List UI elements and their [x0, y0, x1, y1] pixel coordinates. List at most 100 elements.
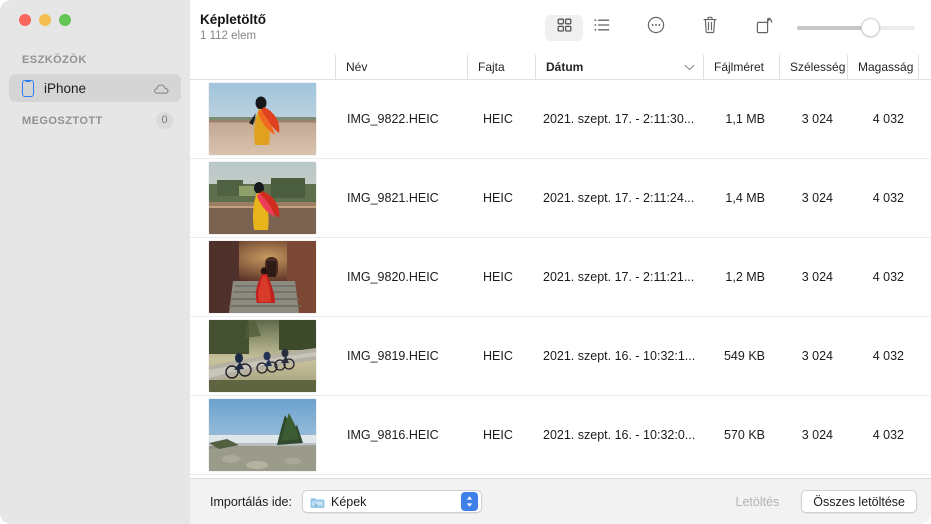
close-button[interactable] [19, 14, 31, 26]
item-count-label: 1 112 elem [200, 30, 257, 42]
row-date: 2021. szept. 17. - 2:11:30... [543, 112, 695, 126]
column-header-kind-label: Fajta [478, 60, 505, 74]
table-row[interactable]: IMG_9816.HEIC HEIC 2021. szept. 16. - 10… [190, 396, 931, 475]
chevron-down-icon [684, 60, 695, 74]
download-button[interactable]: Letöltés [723, 490, 792, 513]
toolbar: Képletöltő 1 112 elem [190, 0, 931, 55]
row-height: 4 032 [872, 428, 904, 442]
row-date: 2021. szept. 17. - 2:11:21... [543, 270, 695, 284]
sidebar: ESZKÖZÖK iPhone MEGOSZTOTT 0 [0, 0, 190, 524]
more-options-button[interactable] [637, 15, 675, 41]
table-row[interactable]: IMG_9820.HEIC HEIC 2021. szept. 17. - 2:… [190, 238, 931, 317]
row-spacer [918, 238, 931, 317]
rotate-button[interactable] [745, 15, 783, 41]
column-header-filesize-label: Fájlméret [714, 60, 765, 74]
pine-tree-above-clouds-thumbnail [209, 399, 316, 471]
row-filesize: 570 KB [723, 428, 765, 442]
row-name: IMG_9820.HEIC [347, 270, 439, 284]
column-header-kind[interactable]: Fajta [467, 54, 535, 80]
row-date: 2021. szept. 17. - 2:11:24... [543, 191, 695, 205]
sidebar-item-iphone[interactable]: iPhone [9, 74, 181, 102]
column-header-spacer [918, 54, 931, 80]
row-width: 3 024 [801, 112, 833, 126]
woman-red-sari-by-garden-thumbnail [209, 162, 316, 234]
row-kind: HEIC [483, 349, 513, 363]
row-thumbnail-cell [190, 83, 335, 155]
row-thumbnail-cell [190, 162, 335, 234]
table-row[interactable]: IMG_9819.HEIC HEIC 2021. szept. 16. - 10… [190, 317, 931, 396]
main-area: Képletöltő 1 112 elem Név Fajta Dátum Fá… [190, 0, 931, 524]
row-height: 4 032 [872, 270, 904, 284]
zoom-button[interactable] [59, 14, 71, 26]
row-width: 3 024 [801, 349, 833, 363]
row-kind: HEIC [483, 270, 513, 284]
page-title: Képletöltő [200, 12, 266, 27]
column-header-filesize[interactable]: Fájlméret [703, 54, 779, 80]
column-header-row: Név Fajta Dátum Fájlméret Szélesség Maga… [190, 54, 931, 80]
download-button-label: Letöltés [735, 494, 780, 509]
row-spacer [918, 317, 931, 396]
row-kind: HEIC [483, 428, 513, 442]
column-header-height-label: Magasság [858, 60, 914, 74]
thumbnail-size-slider[interactable] [797, 15, 915, 41]
woman-red-sari-on-terrace-thumbnail [209, 83, 316, 155]
row-height: 4 032 [872, 112, 904, 126]
table-row[interactable]: IMG_9821.HEIC HEIC 2021. szept. 17. - 2:… [190, 159, 931, 238]
row-name: IMG_9819.HEIC [347, 349, 439, 363]
row-kind: HEIC [483, 191, 513, 205]
row-spacer [918, 396, 931, 475]
minimize-button[interactable] [39, 14, 51, 26]
row-width: 3 024 [801, 428, 833, 442]
window-title-block: Képletöltő 1 112 elem [190, 11, 266, 44]
table-row[interactable]: IMG_9822.HEIC HEIC 2021. szept. 17. - 2:… [190, 80, 931, 159]
row-name: IMG_9822.HEIC [347, 112, 439, 126]
download-all-button[interactable]: Összes letöltése [801, 490, 917, 513]
download-all-button-label: Összes letöltése [813, 494, 905, 509]
import-destination-value: Képek [330, 494, 367, 509]
row-height: 4 032 [872, 349, 904, 363]
row-spacer [918, 80, 931, 159]
import-destination-popup[interactable]: Képek [301, 490, 482, 513]
iphone-icon [22, 79, 34, 97]
cyclists-on-misty-road-thumbnail [209, 320, 316, 392]
rotate-icon [756, 17, 773, 39]
sidebar-section-header-shared: MEGOSZTOTT [22, 114, 103, 127]
delete-button[interactable] [691, 15, 729, 41]
toolbar-buttons [545, 0, 931, 55]
shared-count-badge: 0 [156, 112, 173, 129]
file-list[interactable]: IMG_9822.HEIC HEIC 2021. szept. 17. - 2:… [190, 80, 931, 478]
column-header-thumbnail [190, 55, 335, 80]
folder-icon [310, 496, 325, 508]
column-header-date-label: Dátum [546, 60, 584, 74]
column-header-height[interactable]: Magasság [847, 54, 918, 80]
row-thumbnail-cell [190, 320, 335, 392]
row-spacer [918, 159, 931, 238]
row-filesize: 1,4 MB [725, 191, 765, 205]
column-header-name-label: Név [346, 60, 368, 74]
bottom-bar: Importálás ide: Képek Letöltés Összes le… [190, 478, 931, 524]
row-name: IMG_9821.HEIC [347, 191, 439, 205]
row-name: IMG_9816.HEIC [347, 428, 439, 442]
row-date: 2021. szept. 16. - 10:32:0... [543, 428, 696, 442]
cloud-icon [154, 82, 171, 94]
row-height: 4 032 [872, 191, 904, 205]
sidebar-section-shared: MEGOSZTOTT 0 [0, 112, 190, 129]
slider-knob[interactable] [861, 18, 880, 37]
column-header-date[interactable]: Dátum [535, 54, 703, 80]
row-width: 3 024 [801, 191, 833, 205]
image-capture-window: ESZKÖZÖK iPhone MEGOSZTOTT 0 Képletöltő … [0, 0, 931, 524]
import-destination-label: Importálás ide: [210, 494, 292, 509]
column-header-name[interactable]: Név [335, 54, 467, 80]
row-width: 3 024 [801, 270, 833, 284]
woman-red-dress-on-stairs-thumbnail [209, 241, 316, 313]
grid-view-button[interactable] [545, 14, 583, 41]
trash-icon [702, 16, 718, 39]
popup-stepper-arrows-icon[interactable] [460, 492, 478, 511]
column-header-width[interactable]: Szélesség [779, 54, 847, 80]
sidebar-section-devices: ESZKÖZÖK iPhone [0, 54, 190, 102]
window-controls [19, 14, 71, 26]
row-thumbnail-cell [190, 241, 335, 313]
list-view-button[interactable] [583, 15, 621, 41]
row-filesize: 1,1 MB [725, 112, 765, 126]
row-filesize: 1,2 MB [725, 270, 765, 284]
